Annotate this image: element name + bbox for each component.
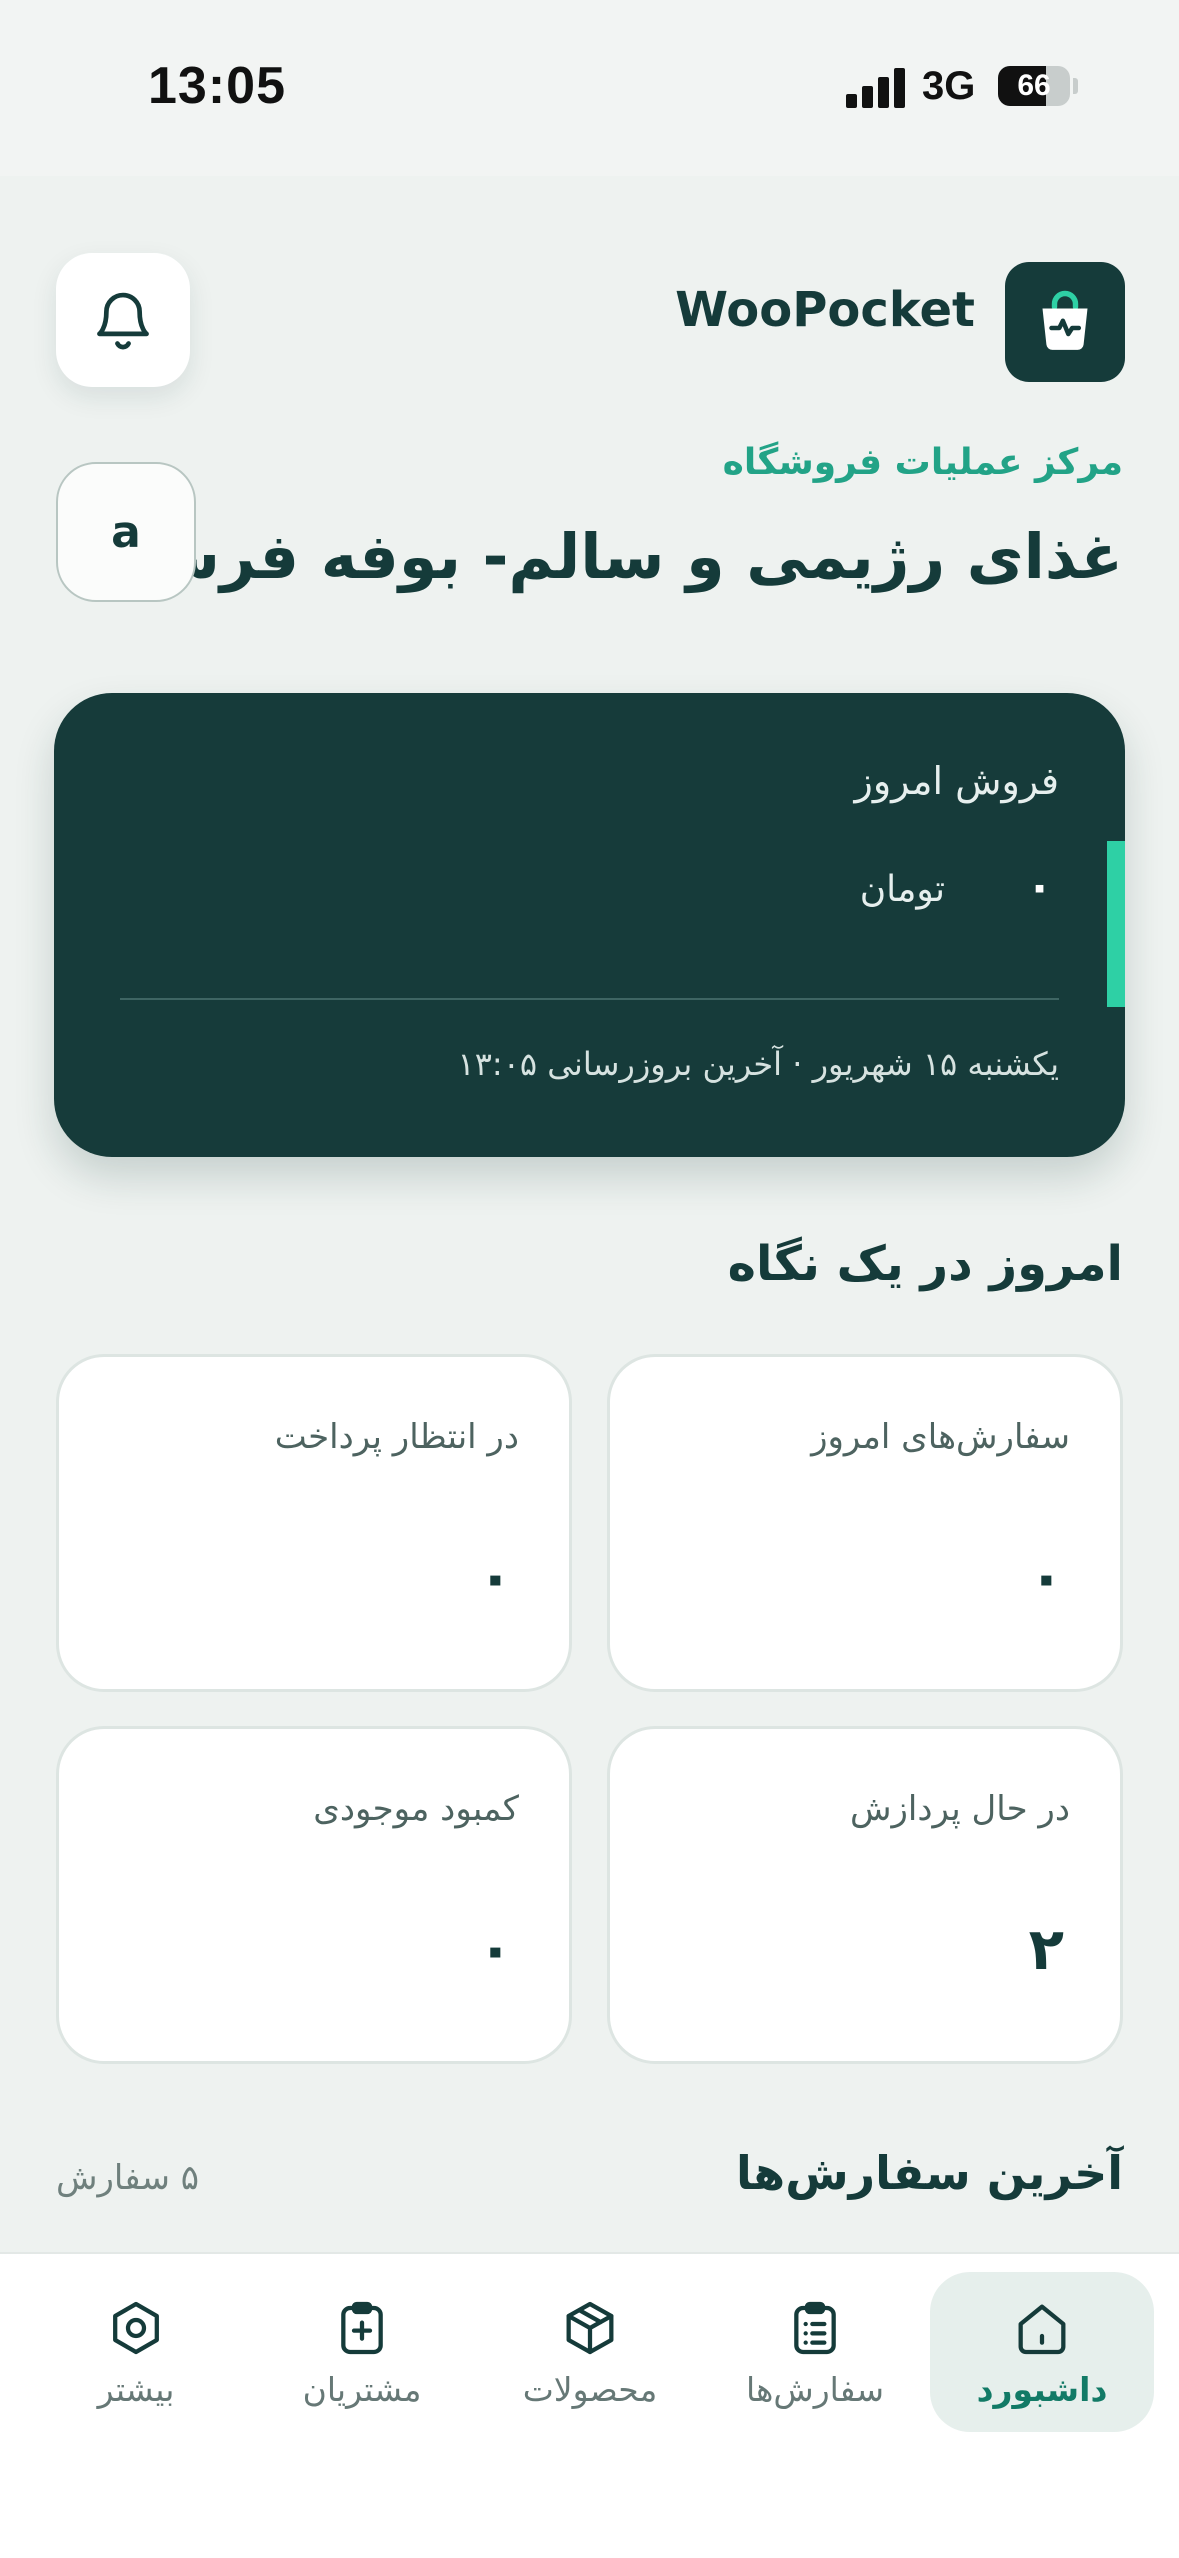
stat-value: ۲ xyxy=(1028,1915,1064,1983)
tab-label: بیشتر xyxy=(97,2370,175,2409)
brand-name: WooPocket xyxy=(675,282,975,338)
stat-card-low-stock[interactable]: کمبود موجودی ۰ xyxy=(56,1726,572,2064)
bottom-tab-bar: داشبورد سفارش‌ها محصولات مشتریان بیشتر xyxy=(0,2252,1179,2558)
recent-orders-title: آخرین سفارش‌ها xyxy=(736,2146,1123,2200)
sales-unit: تومان xyxy=(859,869,945,910)
battery-percent: 66 xyxy=(1017,69,1051,102)
stat-label: در انتظار پرداخت xyxy=(274,1417,519,1457)
battery-icon: 66 xyxy=(998,66,1070,106)
bell-icon xyxy=(97,292,149,350)
sales-date-line: یکشنبه ۱۵ شهریور · آخرین بروزرسانی ۱۳:۰۵ xyxy=(457,1045,1059,1083)
tab-orders[interactable]: سفارش‌ها xyxy=(715,2272,915,2432)
store-subtitle: مرکز عملیات فروشگاه xyxy=(722,442,1123,483)
tab-dashboard[interactable]: داشبورد xyxy=(930,2272,1154,2432)
status-bar: 13:05 3G 66 xyxy=(0,0,1179,176)
tab-label: مشتریان xyxy=(302,2370,422,2409)
stat-card-processing[interactable]: در حال پردازش ۲ xyxy=(607,1726,1123,2064)
notifications-button[interactable] xyxy=(56,253,190,387)
tab-customers[interactable]: مشتریان xyxy=(262,2272,462,2432)
tab-more[interactable]: بیشتر xyxy=(36,2272,236,2432)
stat-value: ۰ xyxy=(477,1915,513,1983)
battery-tip xyxy=(1073,78,1078,94)
clipboard-list-icon xyxy=(794,2301,836,2355)
today-sales-card[interactable]: فروش امروز ۰ تومان یکشنبه ۱۵ شهریور · آخ… xyxy=(54,693,1125,1157)
tab-label: سفارش‌ها xyxy=(745,2370,885,2409)
stat-card-today-orders[interactable]: سفارش‌های امروز ۰ xyxy=(607,1354,1123,1692)
glance-title: امروز در یک نگاه xyxy=(727,1236,1123,1292)
settings-icon xyxy=(113,2301,159,2355)
sales-card-accent xyxy=(1107,841,1125,1007)
stat-label: سفارش‌های امروز xyxy=(811,1417,1070,1457)
box-icon xyxy=(566,2301,614,2355)
stat-label: در حال پردازش xyxy=(850,1789,1070,1829)
sales-value: ۰ xyxy=(1026,861,1053,912)
tab-label: داشبورد xyxy=(976,2370,1108,2409)
store-name: غذای رژیمی و سالم- بوفه فرشریا xyxy=(73,520,1123,593)
shopping-bag-pulse-icon xyxy=(1005,262,1125,382)
stat-label: کمبود موجودی xyxy=(313,1789,519,1829)
signal-icon xyxy=(846,66,906,108)
tab-label: محصولات xyxy=(522,2370,658,2409)
status-time: 13:05 xyxy=(148,57,286,115)
stat-value: ۰ xyxy=(1028,1543,1064,1611)
network-type: 3G xyxy=(922,64,976,108)
stat-card-pending-payment[interactable]: در انتظار پرداخت ۰ xyxy=(56,1354,572,1692)
recent-orders-count[interactable]: ۵ سفارش xyxy=(56,2158,199,2198)
avatar[interactable]: a xyxy=(56,462,196,602)
clipboard-plus-icon xyxy=(341,2301,383,2355)
home-icon xyxy=(1018,2304,1066,2355)
divider xyxy=(120,998,1059,1000)
tab-products[interactable]: محصولات xyxy=(490,2272,690,2432)
sales-label: فروش امروز xyxy=(854,759,1059,803)
stat-value: ۰ xyxy=(477,1543,513,1611)
avatar-letter: a xyxy=(111,506,141,558)
